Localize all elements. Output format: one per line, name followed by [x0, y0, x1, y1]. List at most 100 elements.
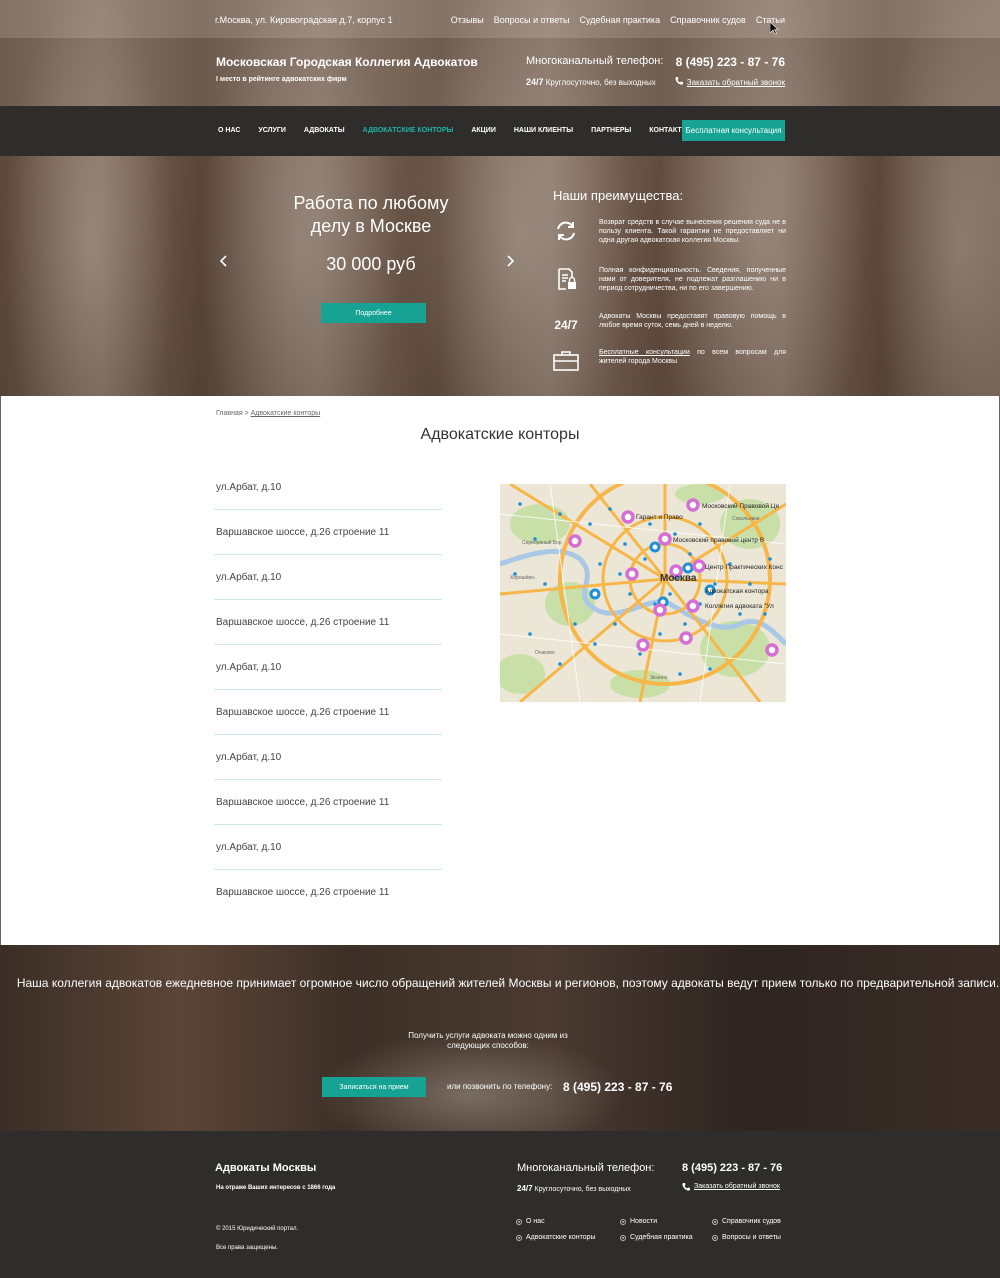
free-consultation-button[interactable]: Бесплатная консультация	[682, 120, 785, 141]
hours-24-7: 24/7	[526, 77, 544, 87]
benefit-text: Возврат средств в случае вынесения решен…	[599, 219, 786, 244]
nav-item-clients[interactable]: НАШИ КЛИЕНТЫ	[514, 127, 573, 134]
office-address-item[interactable]: ул.Арбат, д.10	[214, 555, 442, 600]
site-footer: Адвокаты Москвы На отраже Ваших интересо…	[0, 1131, 1000, 1278]
office-address-item[interactable]: ул.Арбат, д.10	[214, 465, 442, 510]
footer-hours-24-7: 24/7	[517, 1184, 533, 1193]
footer-link-news[interactable]: Новости	[620, 1218, 712, 1225]
breadcrumb-current[interactable]: Адвокатские конторы	[251, 410, 321, 417]
nav-item-law-offices[interactable]: АДВОКАТСКИЕ КОНТОРЫ	[363, 127, 454, 134]
office-address-item[interactable]: ул.Арбат, д.10	[214, 645, 442, 690]
footer-link-court-practice[interactable]: Судебная практика	[620, 1234, 712, 1241]
circle-dot-icon	[712, 1234, 718, 1241]
circle-dot-icon	[620, 1218, 626, 1225]
map-label: Очаково	[535, 650, 555, 656]
footer-slogan: На отраже Ваших интересов с 1866 года	[216, 1185, 336, 1191]
benefit-item: Возврат средств в случае вынесения решен…	[553, 218, 786, 258]
office-address-item[interactable]: Варшавское шоссе, д.26 строение 11	[214, 870, 442, 915]
circle-dot-icon	[516, 1234, 522, 1241]
benefits-heading: Наши преимущества:	[553, 188, 684, 203]
breadcrumb: Главная > Адвокатские конторы	[216, 410, 320, 417]
rights-text: Все права защищены.	[216, 1245, 278, 1251]
map-label: Серебряный Бор	[522, 539, 562, 546]
banner-phone[interactable]: 8 (495) 223 - 87 - 76	[563, 1080, 672, 1094]
nav-item-promotions[interactable]: АКЦИИ	[471, 127, 496, 134]
footer-hours-text: Круглосуточно, без выходных	[534, 1186, 631, 1193]
circle-dot-icon	[620, 1234, 626, 1241]
map-label: Хорошёво-	[510, 575, 536, 581]
phone-icon	[675, 77, 683, 87]
top-link-court-directory[interactable]: Справочник судов	[670, 15, 746, 25]
office-address-item[interactable]: ул.Арбат, д.10	[214, 735, 442, 780]
map-label: Сокольники	[732, 516, 760, 522]
slide-price: 30 000 руб	[326, 254, 416, 274]
slide-more-button[interactable]: Подробнее	[321, 303, 426, 323]
office-address-item[interactable]: Варшавское шоссе, д.26 строение 11	[214, 780, 442, 825]
circle-dot-icon	[712, 1218, 718, 1225]
office-address-item[interactable]: Варшавское шоссе, д.26 строение 11	[214, 690, 442, 735]
benefits-panel: Наши преимущества: Возврат средств в слу…	[553, 156, 786, 396]
circle-dot-icon	[516, 1218, 522, 1225]
footer-phone[interactable]: 8 (495) 223 - 87 - 76	[682, 1162, 782, 1174]
slider-next-icon[interactable]	[506, 254, 515, 272]
main-nav: О НАС УСЛУГИ АДВОКАТЫ АДВОКАТСКИЕ КОНТОР…	[0, 106, 1000, 156]
office-address-item[interactable]: Варшавское шоссе, д.26 строение 11	[214, 600, 442, 645]
office-address-item[interactable]: Варшавское шоссе, д.26 строение 11	[214, 510, 442, 555]
map-label: Гарант и Право	[636, 514, 683, 521]
benefit-item: Бесплатные консультации по всем вопросам…	[553, 348, 786, 388]
office-address-item[interactable]: ул.Арбат, д.10	[214, 825, 442, 870]
benefit-text: Бесплатные консультации по всем вопросам…	[599, 348, 786, 366]
map-label: Коллегия адвоката "Ул	[705, 603, 774, 610]
appointment-banner: Наша коллегия адвокатов ежедневное прини…	[0, 945, 1000, 1131]
footer-link-faq[interactable]: Вопросы и ответы	[712, 1234, 786, 1241]
free-consultations-link[interactable]: Бесплатные консультации	[599, 349, 690, 356]
nav-item-services[interactable]: УСЛУГИ	[258, 127, 286, 134]
or-call-text: или позвонить по телефону:	[447, 1082, 553, 1091]
breadcrumb-home[interactable]: Главная	[216, 410, 243, 417]
footer-brand: Адвокаты Москвы	[215, 1162, 317, 1174]
top-link-court-practice[interactable]: Судебная практика	[580, 15, 661, 25]
benefit-item: Полная конфиденциальность. Сведения, пол…	[553, 266, 786, 306]
footer-callback-link[interactable]: Заказать обратный звонок	[682, 1183, 780, 1193]
map-label: Московский правовой центр В	[673, 536, 764, 544]
callback-link[interactable]: Заказать обратный звонок	[675, 77, 785, 87]
footer-phone-label: Многоканальный телефон:	[517, 1162, 655, 1174]
document-lock-icon	[553, 266, 579, 292]
footer-link-court-directory[interactable]: Справочник судов	[712, 1218, 786, 1225]
slide-title: Работа по любому делу в Москве	[293, 193, 449, 236]
nav-item-about[interactable]: О НАС	[218, 127, 240, 134]
footer-hours: 24/7 Круглосуточно, без выходных	[517, 1184, 631, 1193]
top-bar: г.Москва, ул. Кировоградская д.7, корпус…	[0, 0, 1000, 38]
map-label: Центр Практических Конс	[705, 564, 784, 571]
footer-links: О нас Новости Справочник судов Адвокатск…	[516, 1218, 786, 1241]
page-border-left	[0, 396, 1, 945]
map-label: Московский Правовой Це	[702, 502, 780, 510]
copyright-text: © 2015 Юридический портал.	[216, 1226, 299, 1232]
top-links: Отзывы Вопросы и ответы Судебная практик…	[451, 15, 785, 25]
top-link-reviews[interactable]: Отзывы	[451, 15, 484, 25]
page-title: Адвокатские конторы	[420, 426, 580, 443]
mouse-cursor-icon	[769, 21, 779, 38]
hero-slider: Работа по любому делу в Москве 30 000 ру…	[216, 156, 526, 396]
brand-name[interactable]: Московская Городская Коллегия Адвокатов	[216, 55, 478, 69]
hours-text: Круглосуточно, без выходных	[545, 78, 656, 87]
phone-label: Многоканальный телефон:	[526, 55, 664, 67]
address-text: г.Москва, ул. Кировоградская д.7, корпус…	[215, 15, 393, 25]
signup-button[interactable]: Записаться на прием	[322, 1077, 426, 1097]
24-7-icon: 24/7	[554, 318, 578, 332]
briefcase-icon	[553, 348, 579, 374]
slider-prev-icon[interactable]	[219, 254, 228, 272]
refresh-icon	[553, 218, 579, 244]
footer-link-law-offices[interactable]: Адвокатские конторы	[516, 1234, 620, 1241]
map-label: Адвокатская конторa	[705, 588, 769, 595]
banner-message: Наша коллегия адвокатов ежедневное прини…	[16, 976, 1000, 990]
nav-item-partners[interactable]: ПАРТНЕРЫ	[591, 127, 631, 134]
banner-subtext: Получить услуги адвоката можно одним из …	[408, 1031, 568, 1050]
map-label: Зюзино	[650, 675, 668, 681]
header-phone[interactable]: 8 (495) 223 - 87 - 76	[676, 55, 785, 69]
footer-link-about[interactable]: О нас	[516, 1218, 620, 1225]
nav-item-lawyers[interactable]: АДВОКАТЫ	[304, 127, 345, 134]
working-hours: 24/7 Круглосуточно, без выходных	[526, 77, 656, 87]
offices-map[interactable]: Гарант и Право Московский Правовой Це Мо…	[500, 484, 786, 702]
top-link-faq[interactable]: Вопросы и ответы	[494, 15, 570, 25]
